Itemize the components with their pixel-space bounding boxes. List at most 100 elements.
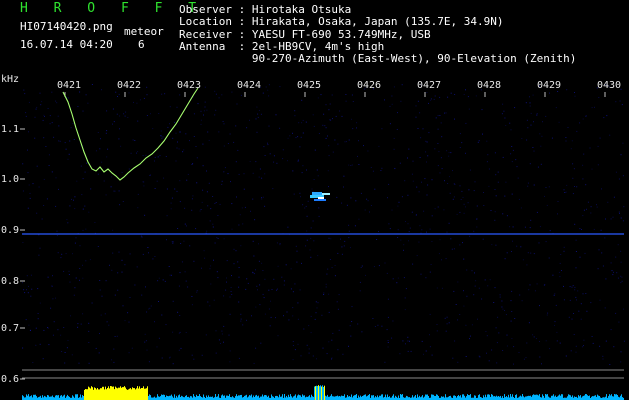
noise-speck <box>328 293 330 295</box>
noise-speck <box>191 296 193 297</box>
noise-speck <box>457 361 459 363</box>
noise-speck <box>157 280 159 282</box>
noise-speck <box>530 124 532 126</box>
x-tick-label: 0423 <box>177 80 202 91</box>
noise-speck <box>513 346 515 348</box>
noise-speck <box>75 277 77 279</box>
noise-speck <box>268 308 270 310</box>
level-column <box>362 396 363 400</box>
noise-speck <box>412 180 414 182</box>
level-column <box>102 386 103 400</box>
noise-speck <box>192 195 194 197</box>
noise-speck <box>91 84 93 85</box>
level-column <box>458 395 459 400</box>
level-column <box>431 394 432 400</box>
level-column <box>134 388 135 400</box>
noise-speck <box>621 104 623 106</box>
noise-speck <box>47 327 48 329</box>
level-column <box>347 395 348 400</box>
noise-speck <box>152 258 154 260</box>
noise-speck <box>201 354 203 356</box>
noise-speck <box>527 185 529 187</box>
noise-speck <box>46 198 48 200</box>
noise-speck <box>260 342 262 344</box>
noise-speck <box>34 137 36 139</box>
noise-speck <box>344 240 346 242</box>
noise-speck <box>566 89 568 91</box>
noise-speck <box>253 255 255 257</box>
noise-speck <box>510 153 512 155</box>
noise-speck <box>399 353 401 355</box>
spectrogram-panel: kHz 1.1 1.0 0.9 0.8 0.7 0.6 0421 0422 04… <box>0 70 629 400</box>
noise-speck <box>586 208 587 210</box>
noise-speck <box>378 231 379 232</box>
level-column <box>326 396 327 400</box>
noise-speck <box>498 332 500 334</box>
level-column <box>545 394 546 400</box>
noise-speck <box>439 172 441 174</box>
level-column <box>475 395 476 400</box>
level-column <box>149 394 150 400</box>
noise-speck <box>301 172 303 174</box>
noise-speck <box>332 332 334 334</box>
noise-speck <box>465 356 467 357</box>
noise-speck <box>36 106 38 108</box>
noise-speck <box>592 342 594 344</box>
level-column <box>341 395 342 400</box>
noise-speck <box>381 128 383 130</box>
noise-speck <box>302 119 304 121</box>
noise-speck <box>310 315 312 317</box>
noise-speck <box>426 92 428 94</box>
level-column <box>441 396 442 400</box>
noise-speck <box>560 254 562 255</box>
noise-speck <box>221 180 223 182</box>
noise-speck <box>565 191 567 193</box>
noise-speck <box>290 288 292 290</box>
level-column <box>339 396 340 400</box>
noise-speck <box>28 131 29 133</box>
noise-speck <box>446 316 448 318</box>
level-column <box>478 395 479 400</box>
level-column <box>393 394 394 400</box>
noise-speck <box>331 357 333 359</box>
level-column <box>483 395 484 400</box>
level-column <box>94 387 95 400</box>
noise-speck <box>95 150 97 152</box>
level-column <box>585 394 586 400</box>
noise-speck <box>30 295 32 297</box>
y-tick-label: 0.8 <box>1 276 20 287</box>
level-column <box>620 395 621 400</box>
level-column <box>208 395 209 400</box>
noise-speck <box>264 155 266 156</box>
level-column <box>161 394 162 400</box>
level-column <box>421 396 422 400</box>
noise-speck <box>145 340 147 342</box>
level-column <box>105 386 106 400</box>
noise-speck <box>305 121 307 123</box>
noise-speck <box>348 224 350 226</box>
level-column <box>168 396 169 400</box>
level-column <box>474 395 475 400</box>
noise-speck <box>169 106 171 108</box>
noise-speck <box>172 363 174 365</box>
noise-speck <box>611 270 613 272</box>
noise-speck <box>582 178 584 180</box>
meteor-echo-segment <box>318 197 324 199</box>
noise-speck <box>399 162 401 164</box>
noise-speck <box>529 102 531 104</box>
noise-speck <box>495 195 497 197</box>
noise-speck <box>387 342 389 343</box>
noise-speck <box>502 213 504 215</box>
noise-speck <box>339 110 341 112</box>
noise-speck <box>268 84 270 86</box>
noise-speck <box>365 274 366 276</box>
noise-speck <box>381 167 383 169</box>
level-column <box>80 394 81 400</box>
level-column <box>229 394 230 400</box>
level-column <box>132 387 133 400</box>
noise-speck <box>468 108 470 110</box>
noise-speck <box>456 213 458 215</box>
level-column <box>592 396 593 400</box>
noise-speck <box>161 93 163 95</box>
noise-speck <box>109 264 110 266</box>
